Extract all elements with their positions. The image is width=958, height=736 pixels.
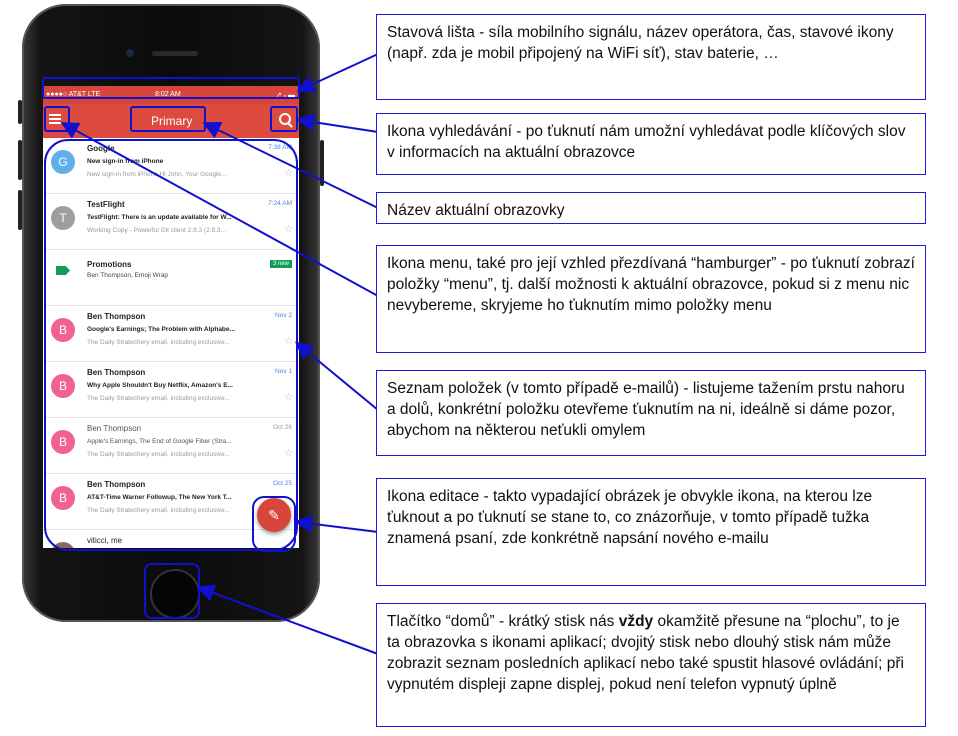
arrow-compose-icon <box>294 514 379 533</box>
note-status-bar: Stavová lišta - síla mobilního signálu, … <box>376 14 926 100</box>
note-edit-icon: Ikona editace - takto vypadající obrázek… <box>376 478 926 586</box>
note-home-button: Tlačítko “domů” - krátký stisk nás vždy … <box>376 603 926 727</box>
arrow-email-list <box>294 341 379 411</box>
arrow-status-bar <box>296 53 379 93</box>
note-home-text-1: Tlačítko “domů” - krátký stisk nás <box>387 613 619 630</box>
arrow-title <box>202 122 379 209</box>
note-home-bold: vždy <box>618 613 654 630</box>
note-menu-icon: Ikona menu, také pro její vzhled přezdív… <box>376 245 926 353</box>
arrow-menu-icon <box>60 122 379 297</box>
note-screen-title: Název aktuální obrazovky <box>376 192 926 224</box>
arrow-home-button <box>196 584 379 655</box>
arrow-search-icon <box>296 113 379 133</box>
note-search-icon: Ikona vyhledávání - po ťuknutí nám umožn… <box>376 113 926 175</box>
note-item-list: Seznam položek (v tomto případě e-mailů)… <box>376 370 926 456</box>
